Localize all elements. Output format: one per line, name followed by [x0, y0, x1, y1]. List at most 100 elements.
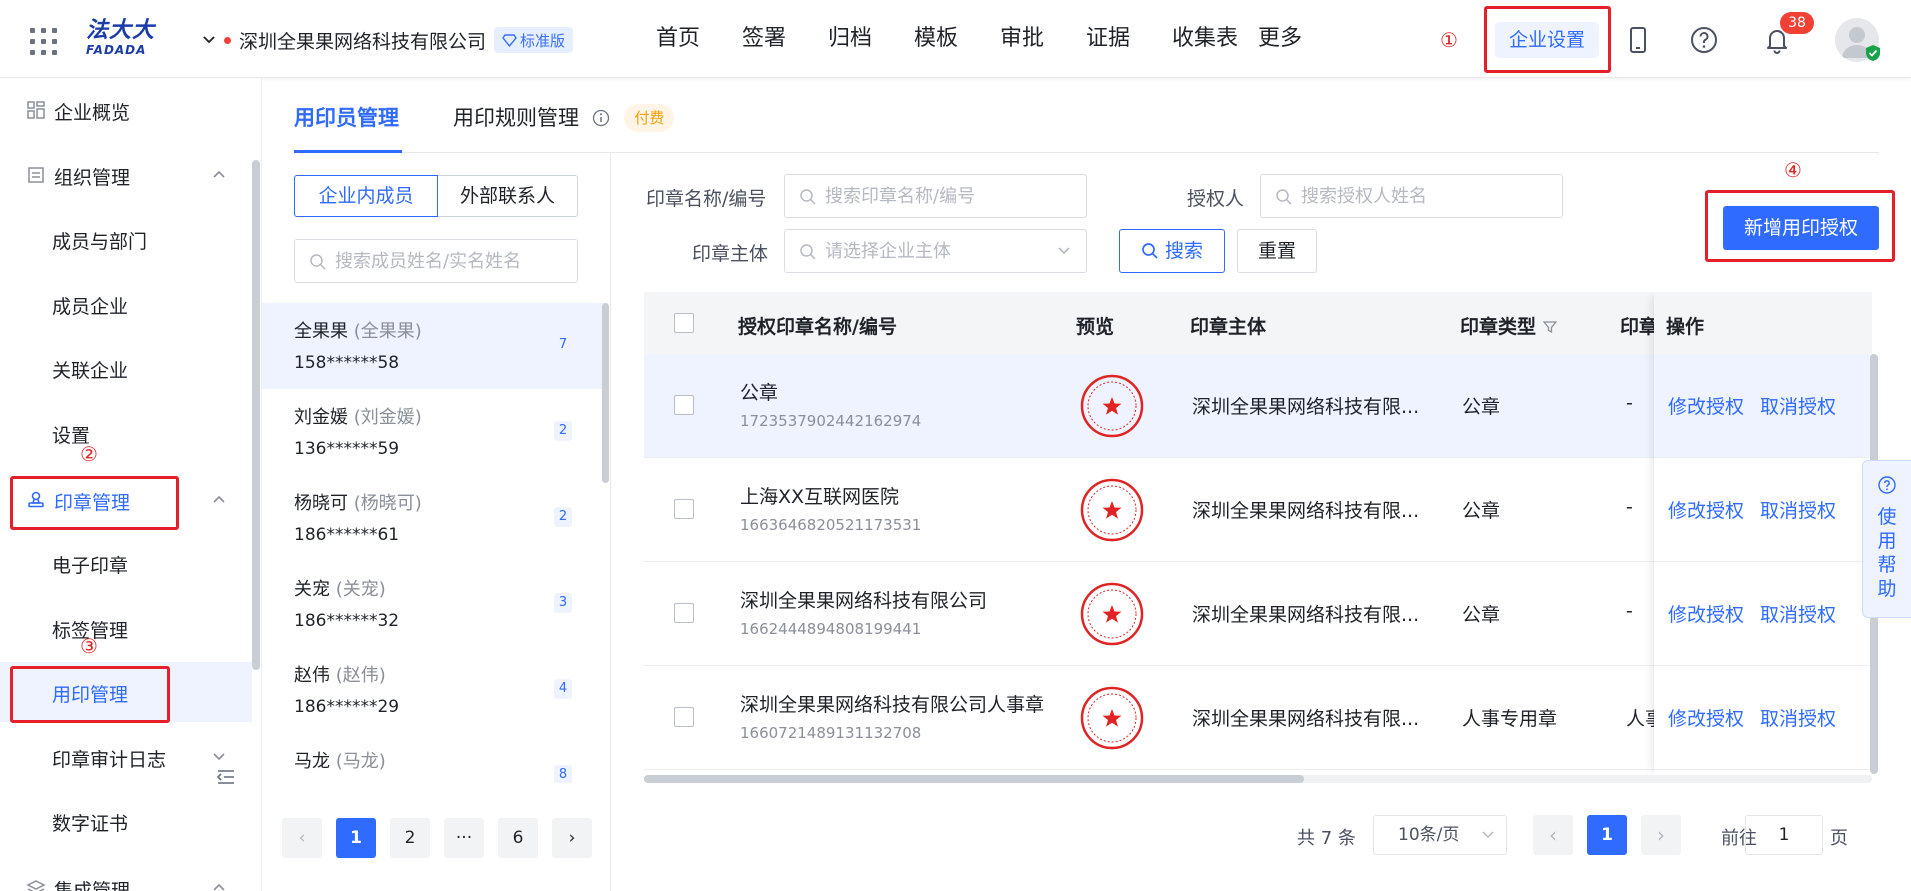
member-page-1[interactable]: 1: [336, 818, 376, 858]
toggle-internal-members[interactable]: 企业内成员: [294, 175, 438, 217]
enterprise-settings-button[interactable]: 企业设置: [1495, 22, 1599, 58]
edit-authorization-link[interactable]: 修改授权: [1668, 392, 1744, 419]
seal-preview-image[interactable]: [1080, 582, 1144, 646]
member-row[interactable]: 马龙 (马龙) 8: [262, 733, 604, 783]
member-list-scrollbar[interactable]: [602, 303, 609, 483]
member-row[interactable]: 全果果 (全果果) 158******58 7: [262, 303, 604, 389]
chevron-down-icon: [1058, 247, 1070, 255]
sidebar-item-settings[interactable]: 设置: [0, 403, 252, 463]
edit-authorization-link[interactable]: 修改授权: [1668, 496, 1744, 523]
cancel-authorization-link[interactable]: 取消授权: [1760, 704, 1836, 731]
add-seal-authorization-button[interactable]: 新增用印授权: [1723, 206, 1879, 250]
nav-evidence[interactable]: 证据: [1086, 22, 1172, 56]
info-icon[interactable]: [592, 109, 610, 127]
sidebar-item-organization[interactable]: 组织管理: [0, 145, 252, 205]
entity-select-input[interactable]: [825, 238, 1045, 264]
member-search-box: [294, 239, 578, 283]
row-checkbox[interactable]: [674, 499, 694, 519]
sidebar-item-digital-certificate[interactable]: 数字证书: [0, 791, 252, 851]
mobile-icon[interactable]: [1622, 24, 1654, 56]
company-switcher[interactable]: 深圳全果果网络科技有限公司 标准版: [202, 26, 574, 54]
cancel-authorization-link[interactable]: 取消授权: [1760, 496, 1836, 523]
seal-name: 公章: [740, 382, 779, 404]
member-row[interactable]: 关宠 (关宠) 186******32 3: [262, 561, 604, 647]
col-seal-type[interactable]: 印章类型: [1460, 312, 1558, 339]
nav-forms[interactable]: 收集表: [1172, 22, 1258, 56]
select-all-checkbox[interactable]: [674, 313, 694, 333]
sidebar-scrollbar[interactable]: [252, 160, 260, 670]
member-row[interactable]: 杨晓可 (杨晓可) 186******61 2: [262, 475, 604, 561]
member-row[interactable]: 刘金媛 (刘金媛) 136******59 2: [262, 389, 604, 475]
cancel-authorization-link[interactable]: 取消授权: [1760, 600, 1836, 627]
member-real-name: (赵伟): [335, 665, 386, 686]
member-name-line: 杨晓可 (杨晓可): [294, 489, 422, 515]
seal-preview-image[interactable]: [1080, 478, 1144, 542]
nav-sign[interactable]: 签署: [742, 22, 828, 56]
sidebar-item-label: 电子印章: [52, 555, 129, 577]
row-checkbox[interactable]: [674, 603, 694, 623]
grantee-search-input[interactable]: [1301, 183, 1551, 209]
member-real-name: (关宠): [335, 579, 386, 600]
page-size-select[interactable]: 10条/页: [1373, 815, 1507, 855]
sidebar-item-related-enterprises[interactable]: 关联企业: [0, 338, 252, 398]
sidebar-item-seal-audit-log[interactable]: 印章审计日志: [0, 727, 252, 787]
nav-archive[interactable]: 归档: [828, 22, 914, 56]
member-page-next[interactable]: ›: [552, 818, 592, 858]
seal-search-input[interactable]: [825, 183, 1075, 209]
search-button[interactable]: 搜索: [1119, 229, 1225, 273]
help-icon[interactable]: [1688, 24, 1720, 56]
nav-approval[interactable]: 审批: [1000, 22, 1086, 56]
member-page-prev[interactable]: ‹: [282, 818, 322, 858]
sidebar-item-members-departments[interactable]: 成员与部门: [0, 209, 252, 269]
nav-home[interactable]: 首页: [656, 22, 742, 56]
seal-name: 深圳全果果网络科技有限公司人事章: [740, 694, 1045, 716]
sidebar-item-integration[interactable]: 集成管理: [0, 858, 252, 891]
sidebar-item-electronic-seal[interactable]: 电子印章: [0, 533, 252, 593]
member-row[interactable]: 赵伟 (赵伟) 186******29 4: [262, 647, 604, 733]
filter-icon[interactable]: [1542, 320, 1558, 334]
seal-preview-image[interactable]: [1080, 686, 1144, 750]
app-grid-icon[interactable]: [30, 28, 57, 55]
seal-filter-label: 印章名称/编号: [646, 188, 767, 210]
row-checkbox[interactable]: [674, 395, 694, 415]
sidebar-item-tag-management[interactable]: 标签管理: [0, 598, 252, 658]
fadada-logo[interactable]: 法大大 FADADA: [86, 19, 156, 59]
tab-seal-users[interactable]: 用印员管理: [294, 100, 399, 136]
page-prev-button[interactable]: ‹: [1533, 815, 1573, 855]
usage-help-float[interactable]: 使用帮助: [1862, 460, 1911, 618]
edit-authorization-link[interactable]: 修改授权: [1668, 600, 1744, 627]
member-search-input[interactable]: [335, 248, 565, 274]
member-name: 全果果: [294, 321, 348, 342]
seal-entity: 深圳全果果网络科技有限...: [1192, 500, 1420, 522]
page-1-button[interactable]: 1: [1587, 815, 1627, 855]
goto-page-input[interactable]: 1: [1745, 815, 1823, 855]
page-next-button[interactable]: ›: [1641, 815, 1681, 855]
member-page-2[interactable]: 2: [390, 818, 430, 858]
row-checkbox[interactable]: [674, 707, 694, 727]
table-horizontal-scrollbar[interactable]: [644, 775, 1872, 783]
toggle-external-contacts[interactable]: 外部联系人: [438, 175, 578, 217]
cancel-authorization-link[interactable]: 取消授权: [1760, 392, 1836, 419]
chevron-up-icon: [213, 170, 225, 178]
reset-button[interactable]: 重置: [1237, 229, 1317, 273]
nav-template[interactable]: 模板: [914, 22, 1000, 56]
entity-filter-label: 印章主体: [692, 243, 769, 265]
sidebar-item-member-enterprises[interactable]: 成员企业: [0, 274, 252, 334]
authorization-table: 授权印章名称/编号 预览 印章主体 印章类型 印章 公章 17235379024…: [644, 292, 1872, 776]
table-horizontal-scroll-thumb[interactable]: [644, 775, 1304, 783]
member-phone: 158******58: [294, 353, 400, 373]
member-page-6[interactable]: 6: [498, 818, 538, 858]
seal-preview-image[interactable]: [1080, 374, 1144, 438]
sidebar-item-label: 关联企业: [52, 360, 129, 382]
logo-text-cn: 法大大: [86, 18, 156, 43]
member-seal-count: 2: [554, 421, 572, 441]
collapse-sidebar-icon[interactable]: [216, 768, 236, 786]
seal-id: 1663646820521173531: [740, 516, 922, 534]
nav-more[interactable]: 更多: [1258, 22, 1344, 56]
sidebar-item-overview[interactable]: 企业概览: [0, 80, 252, 140]
member-page-ellipsis[interactable]: ···: [444, 818, 484, 858]
member-seal-count: 3: [554, 593, 572, 613]
edit-authorization-link[interactable]: 修改授权: [1668, 704, 1744, 731]
tab-seal-rules[interactable]: 用印规则管理 付费: [453, 100, 675, 136]
search-icon: [310, 254, 326, 270]
